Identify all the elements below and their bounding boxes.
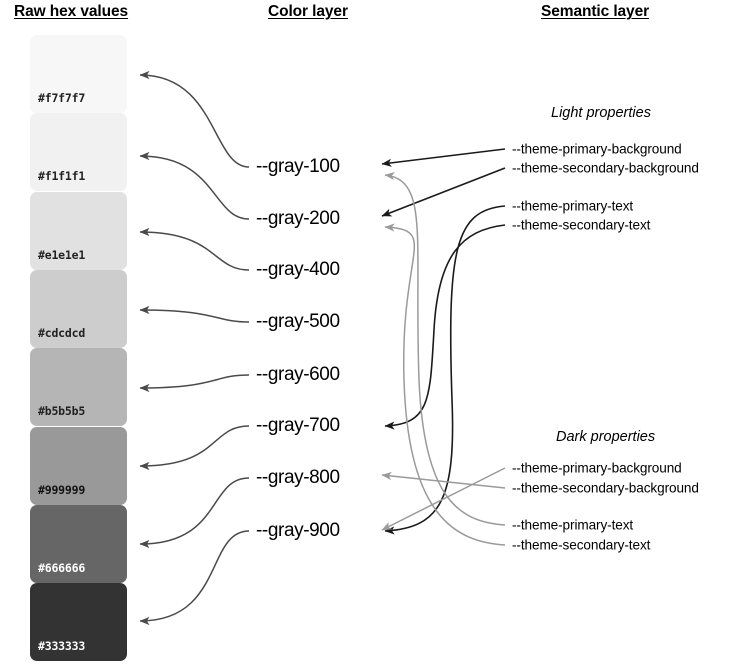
color-token: --gray-700: [256, 415, 340, 436]
semantic-property: --theme-secondary-text: [512, 217, 651, 233]
color-token: --gray-800: [256, 467, 340, 488]
semantic-property: --theme-secondary-background: [512, 480, 699, 496]
semantic-property: --theme-secondary-text: [512, 537, 651, 553]
light-property-links: [381, 148, 506, 535]
column-header-raw-hex-values: Raw hex values: [14, 3, 129, 20]
color-swatch: #f7f7f7: [30, 35, 127, 113]
swatch-hex-label: #999999: [38, 483, 86, 497]
color-swatch: #999999: [30, 427, 127, 505]
color-token: --gray-900: [256, 520, 340, 541]
group-title-dark-properties: Dark properties: [556, 429, 656, 445]
color-swatch: #b5b5b5: [30, 348, 127, 426]
swatch-hex-label: #333333: [38, 639, 86, 653]
color-token: --gray-100: [256, 156, 340, 177]
color-token: --gray-200: [256, 208, 340, 229]
semantic-property: --theme-primary-text: [512, 198, 634, 214]
diagram-canvas: Raw hex values Color layer Semantic laye…: [0, 0, 756, 671]
token-to-swatch-links: [139, 70, 250, 626]
group-title-light-properties: Light properties: [551, 105, 651, 121]
color-swatch: #f1f1f1: [30, 113, 127, 191]
swatch-hex-label: #cdcdcd: [38, 326, 86, 340]
color-token: --gray-600: [256, 364, 340, 385]
column-header-color-layer: Color layer: [268, 3, 348, 20]
color-swatch: #cdcdcd: [30, 270, 127, 348]
column-header-semantic-layer: Semantic layer: [541, 3, 650, 20]
dark-property-links: [381, 171, 506, 546]
semantic-property: --theme-primary-text: [512, 517, 634, 533]
semantic-property: --theme-primary-background: [512, 141, 682, 157]
swatch-hex-label: #b5b5b5: [38, 404, 86, 418]
color-token: --gray-500: [256, 311, 340, 332]
color-token: --gray-400: [256, 259, 340, 280]
color-swatch: #666666: [30, 505, 127, 583]
swatch-hex-label: #666666: [38, 561, 86, 575]
color-swatch: #e1e1e1: [30, 192, 127, 270]
swatch-hex-label: #f1f1f1: [38, 169, 86, 183]
swatch-hex-label: #e1e1e1: [38, 248, 86, 262]
color-swatch: #333333: [30, 583, 127, 661]
semantic-property: --theme-secondary-background: [512, 160, 699, 176]
swatch-hex-label: #f7f7f7: [38, 91, 86, 105]
semantic-property: --theme-primary-background: [512, 460, 682, 476]
